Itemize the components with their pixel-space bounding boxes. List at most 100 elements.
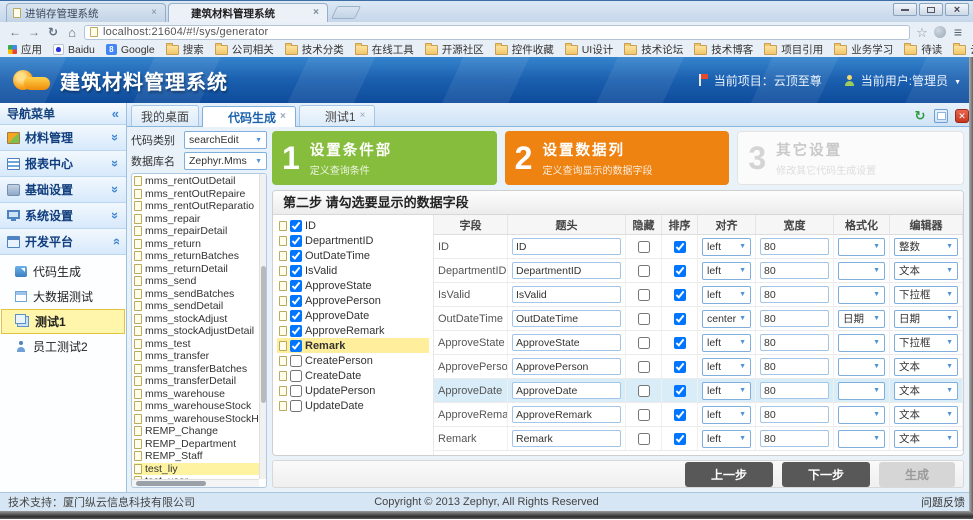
align-select[interactable]: left	[702, 238, 751, 256]
config-row[interactable]: ApproveDate left 文本	[434, 379, 963, 403]
field-check-item[interactable]: OutDateTime	[277, 248, 429, 263]
sidebar-item[interactable]: 测试1	[1, 309, 125, 334]
hide-checkbox[interactable]	[638, 433, 650, 445]
header-input[interactable]	[512, 430, 621, 447]
sort-checkbox[interactable]	[674, 409, 686, 421]
sidebar-item[interactable]: 代码生成	[0, 259, 126, 284]
field-check-item[interactable]: ApproveState	[277, 278, 429, 293]
collapse-icon[interactable]	[112, 106, 119, 121]
table-list-item[interactable]: REMP_Change	[134, 425, 264, 438]
table-list-item[interactable]: mms_warehouse	[134, 388, 264, 401]
field-checkbox[interactable]	[290, 295, 302, 307]
table-list-item[interactable]: mms_test	[134, 338, 264, 351]
width-input[interactable]	[760, 310, 829, 327]
sidebar-header[interactable]: 导航菜单	[0, 103, 126, 125]
table-list-item[interactable]: mms_sendBatches	[134, 288, 264, 301]
tab-test1[interactable]: 测试1	[299, 105, 376, 126]
field-checkbox[interactable]	[290, 355, 302, 367]
format-select[interactable]	[838, 430, 885, 448]
sort-checkbox[interactable]	[674, 337, 686, 349]
hide-checkbox[interactable]	[638, 265, 650, 277]
sidebar-section[interactable]: 基础设置	[0, 177, 126, 203]
format-select[interactable]	[838, 286, 885, 304]
editor-select[interactable]: 日期	[894, 310, 958, 328]
menu-icon[interactable]	[951, 25, 965, 39]
new-tab-button[interactable]	[331, 6, 361, 19]
editor-select[interactable]: 文本	[894, 262, 958, 280]
editor-select[interactable]: 文本	[894, 382, 958, 400]
table-list-item[interactable]: REMP_Staff	[134, 450, 264, 463]
table-list-item[interactable]: mms_return	[134, 238, 264, 251]
table-list-item[interactable]: mms_rentOutRepaire	[134, 188, 264, 201]
bookmark-folder[interactable]: UI设计	[565, 42, 614, 57]
browser-tab-materials[interactable]: 建筑材料管理系统	[168, 3, 328, 22]
table-list-item[interactable]: mms_returnDetail	[134, 263, 264, 276]
hide-checkbox[interactable]	[638, 385, 650, 397]
field-checkbox[interactable]	[290, 265, 302, 277]
wizard-step-1[interactable]: 1 设置条件部 定义查询条件	[272, 131, 497, 185]
bookmark-folder[interactable]: 项目引用	[764, 42, 823, 57]
align-select[interactable]: left	[702, 262, 751, 280]
field-checkbox[interactable]	[290, 400, 302, 412]
table-list-item[interactable]: mms_repair	[134, 213, 264, 226]
config-row[interactable]: ApproveRemark left 文本	[434, 403, 963, 427]
field-checkbox[interactable]	[290, 325, 302, 337]
field-checkbox[interactable]	[290, 340, 302, 352]
header-input[interactable]	[512, 358, 621, 375]
table-list-item[interactable]: mms_stockAdjustDetail	[134, 325, 264, 338]
field-check-item[interactable]: ApprovePerson	[277, 293, 429, 308]
bookmark-apps[interactable]: 应用	[8, 42, 42, 57]
hide-checkbox[interactable]	[638, 313, 650, 325]
field-checkbox[interactable]	[290, 310, 302, 322]
table-list-item[interactable]: mms_rentOutDetail	[134, 175, 264, 188]
bookmark-folder[interactable]: 业务学习	[834, 42, 893, 57]
align-select[interactable]: left	[702, 382, 751, 400]
table-list-item[interactable]: mms_warehouseStock	[134, 400, 264, 413]
bookmark-folder[interactable]: 在线工具	[355, 42, 414, 57]
home-icon[interactable]	[65, 26, 79, 39]
restore-button[interactable]	[919, 3, 943, 16]
config-row[interactable]: Remark left 文本	[434, 427, 963, 451]
table-list-item[interactable]: REMP_Department	[134, 438, 264, 451]
sort-checkbox[interactable]	[674, 265, 686, 277]
database-select[interactable]: Zephyr.Mms	[184, 152, 267, 170]
hide-checkbox[interactable]	[638, 241, 650, 253]
field-checkbox[interactable]	[290, 370, 302, 382]
close-panel-icon[interactable]	[955, 109, 969, 123]
table-list-item[interactable]: test_liy	[134, 463, 264, 476]
align-select[interactable]: left	[702, 286, 751, 304]
align-select[interactable]: left	[702, 334, 751, 352]
sort-checkbox[interactable]	[674, 313, 686, 325]
address-bar[interactable]: localhost:21604/#!/sys/generator	[84, 25, 910, 40]
sidebar-section-devplatform[interactable]: 开发平台	[0, 229, 126, 255]
sort-checkbox[interactable]	[674, 289, 686, 301]
format-select[interactable]: 日期	[838, 310, 885, 328]
tab-close-icon[interactable]	[311, 8, 321, 18]
field-checkbox[interactable]	[290, 220, 302, 232]
header-input[interactable]	[512, 406, 621, 423]
sort-checkbox[interactable]	[674, 433, 686, 445]
align-select[interactable]: left	[702, 430, 751, 448]
forward-icon[interactable]	[27, 26, 41, 38]
field-check-item[interactable]: CreateDate	[277, 368, 429, 383]
editor-select[interactable]: 文本	[894, 430, 958, 448]
align-select[interactable]: left	[702, 358, 751, 376]
config-row[interactable]: DepartmentID left 文本	[434, 259, 963, 283]
wizard-step-2[interactable]: 2 设置数据列 定义查询显示的数据字段	[505, 131, 730, 185]
table-list-item[interactable]: mms_returnBatches	[134, 250, 264, 263]
minimize-button[interactable]	[893, 3, 917, 16]
header-input[interactable]	[512, 382, 621, 399]
width-input[interactable]	[760, 406, 829, 423]
format-select[interactable]	[838, 262, 885, 280]
next-step-button[interactable]: 下一步	[782, 462, 870, 487]
code-type-select[interactable]: searchEdit	[184, 131, 267, 149]
sort-checkbox[interactable]	[674, 241, 686, 253]
width-input[interactable]	[760, 382, 829, 399]
table-list-item[interactable]: mms_send	[134, 275, 264, 288]
header-input[interactable]	[512, 310, 621, 327]
format-select[interactable]	[838, 238, 885, 256]
sidebar-item[interactable]: 大数据测试	[0, 284, 126, 309]
width-input[interactable]	[760, 430, 829, 447]
table-list-item[interactable]: mms_repairDetail	[134, 225, 264, 238]
format-select[interactable]	[838, 406, 885, 424]
